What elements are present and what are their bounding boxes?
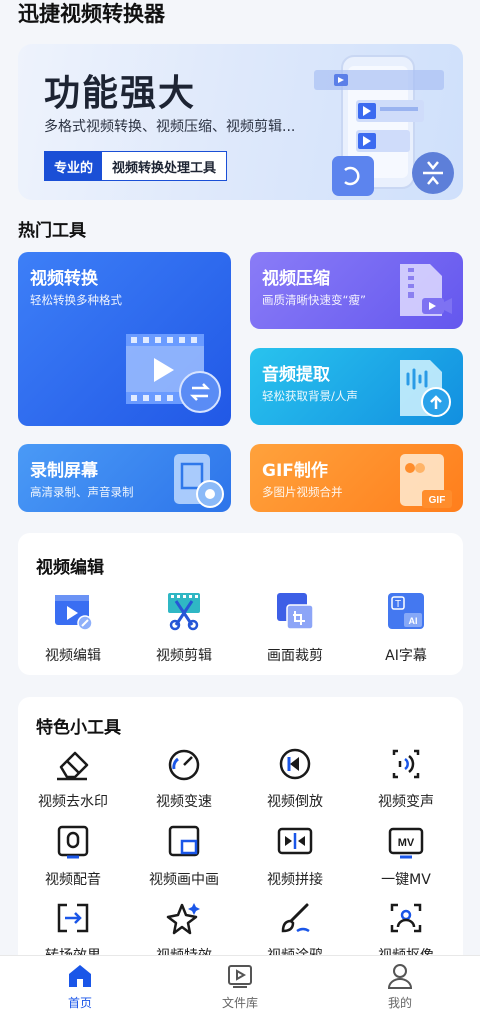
crop-icon xyxy=(277,593,314,630)
card-video-convert[interactable]: 视频转换 轻松转换多种格式 xyxy=(18,252,231,426)
voice-change-icon xyxy=(392,749,420,779)
mv-badge-text: MV xyxy=(398,837,415,849)
card-screen-record[interactable]: 录制屏幕 高清录制、声音录制 xyxy=(18,444,231,512)
card-subtitle: 轻松获取背景/人声 xyxy=(262,389,358,403)
nav-label: 我的 xyxy=(387,996,412,1010)
banner-tag: 专业的 视频转换处理工具 xyxy=(44,151,228,181)
video-edit-title: 视频编辑 xyxy=(36,558,104,578)
ai-subtitle-icon: T AI xyxy=(388,593,424,629)
tool-label: 视频画中画 xyxy=(149,872,219,888)
tool-merge[interactable]: 视频拼接 xyxy=(240,825,350,891)
nav-label: 文件库 xyxy=(221,996,258,1010)
rewind-icon xyxy=(279,748,311,780)
card-title: 视频转换 xyxy=(30,269,98,289)
card-title: GIF制作 xyxy=(262,461,328,481)
tool-label: 视频拼接 xyxy=(267,872,323,888)
tool-label: 视频去水印 xyxy=(38,794,108,810)
speedometer-icon xyxy=(168,749,200,781)
tool-reverse[interactable]: 视频倒放 xyxy=(240,747,350,813)
tool-label: 视频倒放 xyxy=(267,794,323,810)
gif-file-icon: GIF xyxy=(400,454,452,508)
card-title: 视频压缩 xyxy=(262,269,330,289)
tool-label: 画面裁剪 xyxy=(267,648,323,664)
ai-badge-ai: AI xyxy=(409,616,418,626)
brush-icon xyxy=(281,903,310,933)
tool-pip[interactable]: 视频画中画 xyxy=(129,825,239,891)
gif-badge-text: GIF xyxy=(429,495,446,506)
card-subtitle: 高清录制、声音录制 xyxy=(30,485,134,499)
audio-file-icon xyxy=(400,360,451,417)
home-icon xyxy=(69,965,91,987)
card-video-compress[interactable]: 视频压缩 画质清晰快速变“瘦” xyxy=(250,252,463,329)
app-title: 迅捷视频转换器 xyxy=(18,2,165,26)
tool-label: 视频配音 xyxy=(45,872,101,888)
tool-label: 视频变速 xyxy=(156,794,212,810)
card-title: 音频提取 xyxy=(262,365,330,385)
tool-label: 一键MV xyxy=(381,872,431,888)
card-title: 录制屏幕 xyxy=(30,461,98,481)
tool-remove-watermark[interactable]: 视频去水印 xyxy=(18,747,128,813)
hot-tools-title: 热门工具 xyxy=(18,221,86,241)
video-edit-icon xyxy=(55,595,93,631)
tool-dubbing[interactable]: 视频配音 xyxy=(18,825,128,891)
zip-file-icon xyxy=(400,264,452,316)
tool-label: AI字幕 xyxy=(385,648,427,664)
bottom-nav: 首页 文件库 我的 xyxy=(0,955,480,1013)
card-audio-extract[interactable]: 音频提取 轻松获取背景/人声 xyxy=(250,348,463,425)
profile-icon xyxy=(387,964,413,989)
banner-tag-highlight: 专业的 xyxy=(45,152,103,180)
film-convert-icon xyxy=(126,334,221,413)
tool-video-cut[interactable]: 视频剪辑 xyxy=(129,591,239,669)
nav-profile[interactable]: 我的 xyxy=(320,956,480,1013)
eraser-icon xyxy=(57,751,89,781)
card-gif-make[interactable]: GIF制作 多图片视频合并 GIF xyxy=(250,444,463,512)
tool-speed[interactable]: 视频变速 xyxy=(129,747,239,813)
card-subtitle: 轻松转换多种格式 xyxy=(30,293,122,307)
portrait-icon xyxy=(390,903,422,933)
tool-crop[interactable]: 画面裁剪 xyxy=(240,591,350,669)
mv-icon: MV xyxy=(388,827,424,859)
banner-subtitle: 多格式视频转换、视频压缩、视频剪辑... xyxy=(44,119,296,135)
tool-label: 视频剪辑 xyxy=(156,648,212,664)
transition-icon xyxy=(57,903,89,933)
card-subtitle: 多图片视频合并 xyxy=(262,485,343,499)
tool-label: 视频编辑 xyxy=(45,648,101,664)
features-title: 特色小工具 xyxy=(36,718,121,738)
tool-ai-subtitle[interactable]: T AI AI字幕 xyxy=(351,591,461,669)
tool-voice-change[interactable]: 视频变声 xyxy=(351,747,461,813)
tool-video-edit[interactable]: 视频编辑 xyxy=(18,591,128,669)
banner-title: 功能强大 xyxy=(44,73,197,114)
tool-label: 视频变声 xyxy=(378,794,434,810)
pip-icon xyxy=(168,825,200,857)
nav-library[interactable]: 文件库 xyxy=(160,956,320,1013)
nav-label: 首页 xyxy=(67,996,92,1010)
screen-record-icon xyxy=(174,454,224,508)
sparkle-icon xyxy=(166,903,200,935)
dubbing-icon xyxy=(57,825,89,859)
promo-banner[interactable]: 功能强大 多格式视频转换、视频压缩、视频剪辑... 专业的 视频转换处理工具 xyxy=(18,44,463,200)
banner-tag-text: 视频转换处理工具 xyxy=(112,160,217,176)
card-subtitle: 画质清晰快速变“瘦” xyxy=(262,293,366,307)
tool-one-click-mv[interactable]: MV 一键MV xyxy=(351,825,461,891)
nav-home[interactable]: 首页 xyxy=(0,956,160,1013)
merge-icon xyxy=(277,827,313,855)
library-icon xyxy=(228,965,252,988)
features-panel: 特色小工具 视频去水印 视频变速 视频倒放 视频变声 视频配音 视频画中画 视频… xyxy=(18,697,463,967)
scissors-film-icon xyxy=(168,593,200,631)
ai-badge-t: T xyxy=(395,599,401,610)
video-edit-panel: 视频编辑 视频编辑 视频剪辑 画面裁剪 T AI AI字幕 xyxy=(18,533,463,675)
phone-illustration-icon xyxy=(314,55,454,196)
